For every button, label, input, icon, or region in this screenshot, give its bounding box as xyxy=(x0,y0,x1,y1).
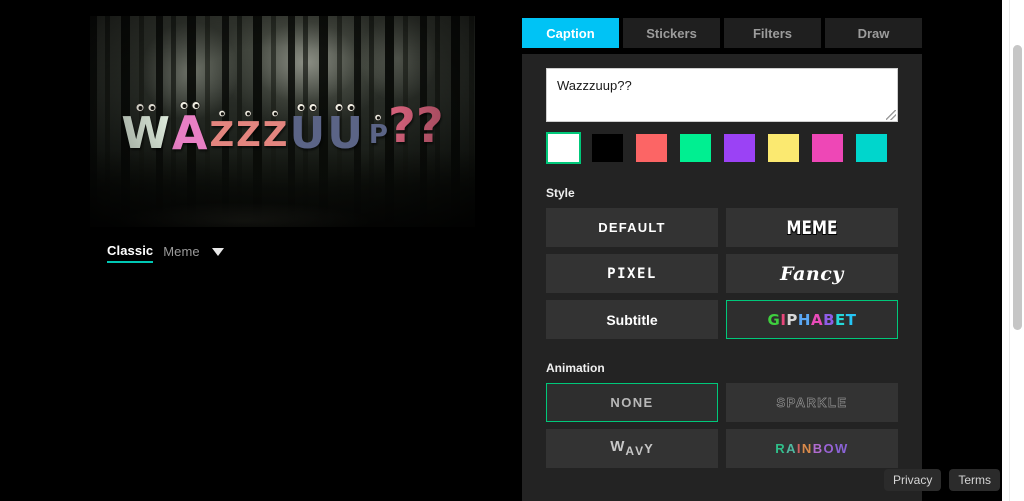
caption-letter: U xyxy=(327,103,363,156)
caption-letter: Z xyxy=(262,109,288,155)
caption-letter-glyph: ? xyxy=(387,98,416,154)
tab-stickers[interactable]: Stickers xyxy=(623,18,720,48)
googly-eyes-icon xyxy=(374,113,383,122)
page-right-gutter xyxy=(1002,0,1009,501)
caption-letter-glyph: Z xyxy=(236,115,261,155)
color-swatch-fill xyxy=(856,134,887,162)
view-mode-switch: Classic Meme xyxy=(107,243,224,263)
caption-letter: W xyxy=(121,103,170,156)
style-option-giphabet[interactable]: GIPHABET xyxy=(726,300,898,339)
forest-floor xyxy=(90,149,475,227)
tab-filters[interactable]: Filters xyxy=(724,18,821,48)
color-swatch-fill xyxy=(768,134,799,162)
color-swatch-row xyxy=(546,132,900,164)
option-label: Subtitle xyxy=(606,311,658,328)
caption-letter-glyph: U xyxy=(289,108,326,159)
caption-panel: Style DEFAULT MEME PIXEL Fancy Subtitle GIPHA… xyxy=(522,54,922,501)
color-swatch-black[interactable] xyxy=(590,132,625,164)
option-label: PIXEL xyxy=(607,265,657,282)
color-swatch-fill xyxy=(592,134,623,162)
caption-letter: P xyxy=(368,113,388,150)
color-swatch-fill xyxy=(548,134,579,162)
googly-eyes-icon xyxy=(334,103,356,112)
googly-eyes-icon xyxy=(296,103,318,112)
color-swatch-pink[interactable] xyxy=(810,132,845,164)
googly-eyes-icon xyxy=(218,109,226,118)
privacy-link[interactable]: Privacy xyxy=(883,469,942,491)
option-label: GIPHABET xyxy=(767,310,857,329)
animation-option-grid: NONE SPARKLE WAVY RAINBOW xyxy=(546,383,900,468)
color-swatch-fill xyxy=(680,134,711,162)
caption-overlay: W A Z Z Z U U P?? xyxy=(90,92,475,156)
caption-input[interactable] xyxy=(546,68,898,122)
animation-option-none[interactable]: NONE xyxy=(546,383,718,422)
caption-letter-glyph: ? xyxy=(415,98,444,154)
style-option-meme[interactable]: MEME xyxy=(726,208,898,247)
style-section-label: Style xyxy=(546,186,575,200)
googly-eyes-icon xyxy=(179,101,201,110)
caption-letter-glyph: P xyxy=(368,120,388,150)
editor-panel: CaptionStickersFiltersDraw Style DEFAULT… xyxy=(522,0,1002,501)
editor-tabs: Caption Stickers Filters Draw xyxy=(522,18,922,48)
caption-input-wrapper xyxy=(546,68,898,122)
color-swatch-fill xyxy=(636,134,667,162)
caption-letter-glyph: W xyxy=(121,108,170,159)
option-label: RAINBOW xyxy=(775,441,849,456)
color-swatch-green[interactable] xyxy=(678,132,713,164)
caption-letter: Z xyxy=(236,109,261,155)
animation-option-rainbow[interactable]: RAINBOW xyxy=(726,429,898,468)
preview-column: W A Z Z Z U U P?? Classic Meme xyxy=(0,0,522,501)
view-mode-meme[interactable]: Meme xyxy=(163,244,200,262)
option-label: SPARKLE xyxy=(776,395,848,411)
option-label: WAVY xyxy=(610,438,654,458)
tab-caption[interactable]: Caption xyxy=(522,18,619,48)
view-mode-classic[interactable]: Classic xyxy=(107,243,154,263)
style-option-subtitle[interactable]: Subtitle xyxy=(546,300,718,339)
googly-eyes-icon xyxy=(244,109,253,118)
chevron-down-icon[interactable] xyxy=(211,248,224,256)
caption-letter: ? xyxy=(388,102,416,150)
caption-letter-glyph: Z xyxy=(262,115,288,155)
color-swatch-red[interactable] xyxy=(634,132,669,164)
animation-section-label: Animation xyxy=(546,361,605,375)
tab-draw[interactable]: Draw xyxy=(825,18,922,48)
animation-option-wavy[interactable]: WAVY xyxy=(546,429,718,468)
color-swatch-purple[interactable] xyxy=(722,132,757,164)
style-option-fancy[interactable]: Fancy xyxy=(726,254,898,293)
option-label: DEFAULT xyxy=(598,220,666,235)
caption-letter: ? xyxy=(416,102,444,150)
gif-preview[interactable]: W A Z Z Z U U P?? xyxy=(90,16,475,227)
caption-letter-glyph: Z xyxy=(209,115,235,155)
caption-letter: A xyxy=(172,101,207,156)
color-swatch-yellow[interactable] xyxy=(766,132,801,164)
giphy-caption-editor: W A Z Z Z U U P?? Classic Meme Caption Stickers F… xyxy=(0,0,1024,501)
caption-letter-glyph: U xyxy=(327,108,363,159)
legal-links: Privacy Terms xyxy=(883,469,1000,491)
page-scrollbar[interactable] xyxy=(1009,0,1024,501)
option-label: NONE xyxy=(610,395,654,410)
color-swatch-white[interactable] xyxy=(546,132,581,164)
style-option-grid: DEFAULT MEME PIXEL Fancy Subtitle GIPHABET xyxy=(546,208,900,339)
googly-eyes-icon xyxy=(135,103,157,112)
option-label: MEME xyxy=(786,216,838,239)
style-option-pixel[interactable]: PIXEL xyxy=(546,254,718,293)
scrollbar-thumb[interactable] xyxy=(1013,45,1022,330)
option-label: Fancy xyxy=(780,262,844,285)
animation-option-sparkle[interactable]: SPARKLE xyxy=(726,383,898,422)
color-swatch-fill xyxy=(724,134,755,162)
caption-letter: Z xyxy=(209,109,235,155)
caption-letter-glyph: A xyxy=(171,106,208,160)
style-option-default[interactable]: DEFAULT xyxy=(546,208,718,247)
caption-letter: U xyxy=(289,103,325,156)
color-swatch-fill xyxy=(812,134,843,162)
color-swatch-teal[interactable] xyxy=(854,132,889,164)
googly-eyes-icon xyxy=(271,109,279,118)
terms-link[interactable]: Terms xyxy=(949,469,1000,491)
